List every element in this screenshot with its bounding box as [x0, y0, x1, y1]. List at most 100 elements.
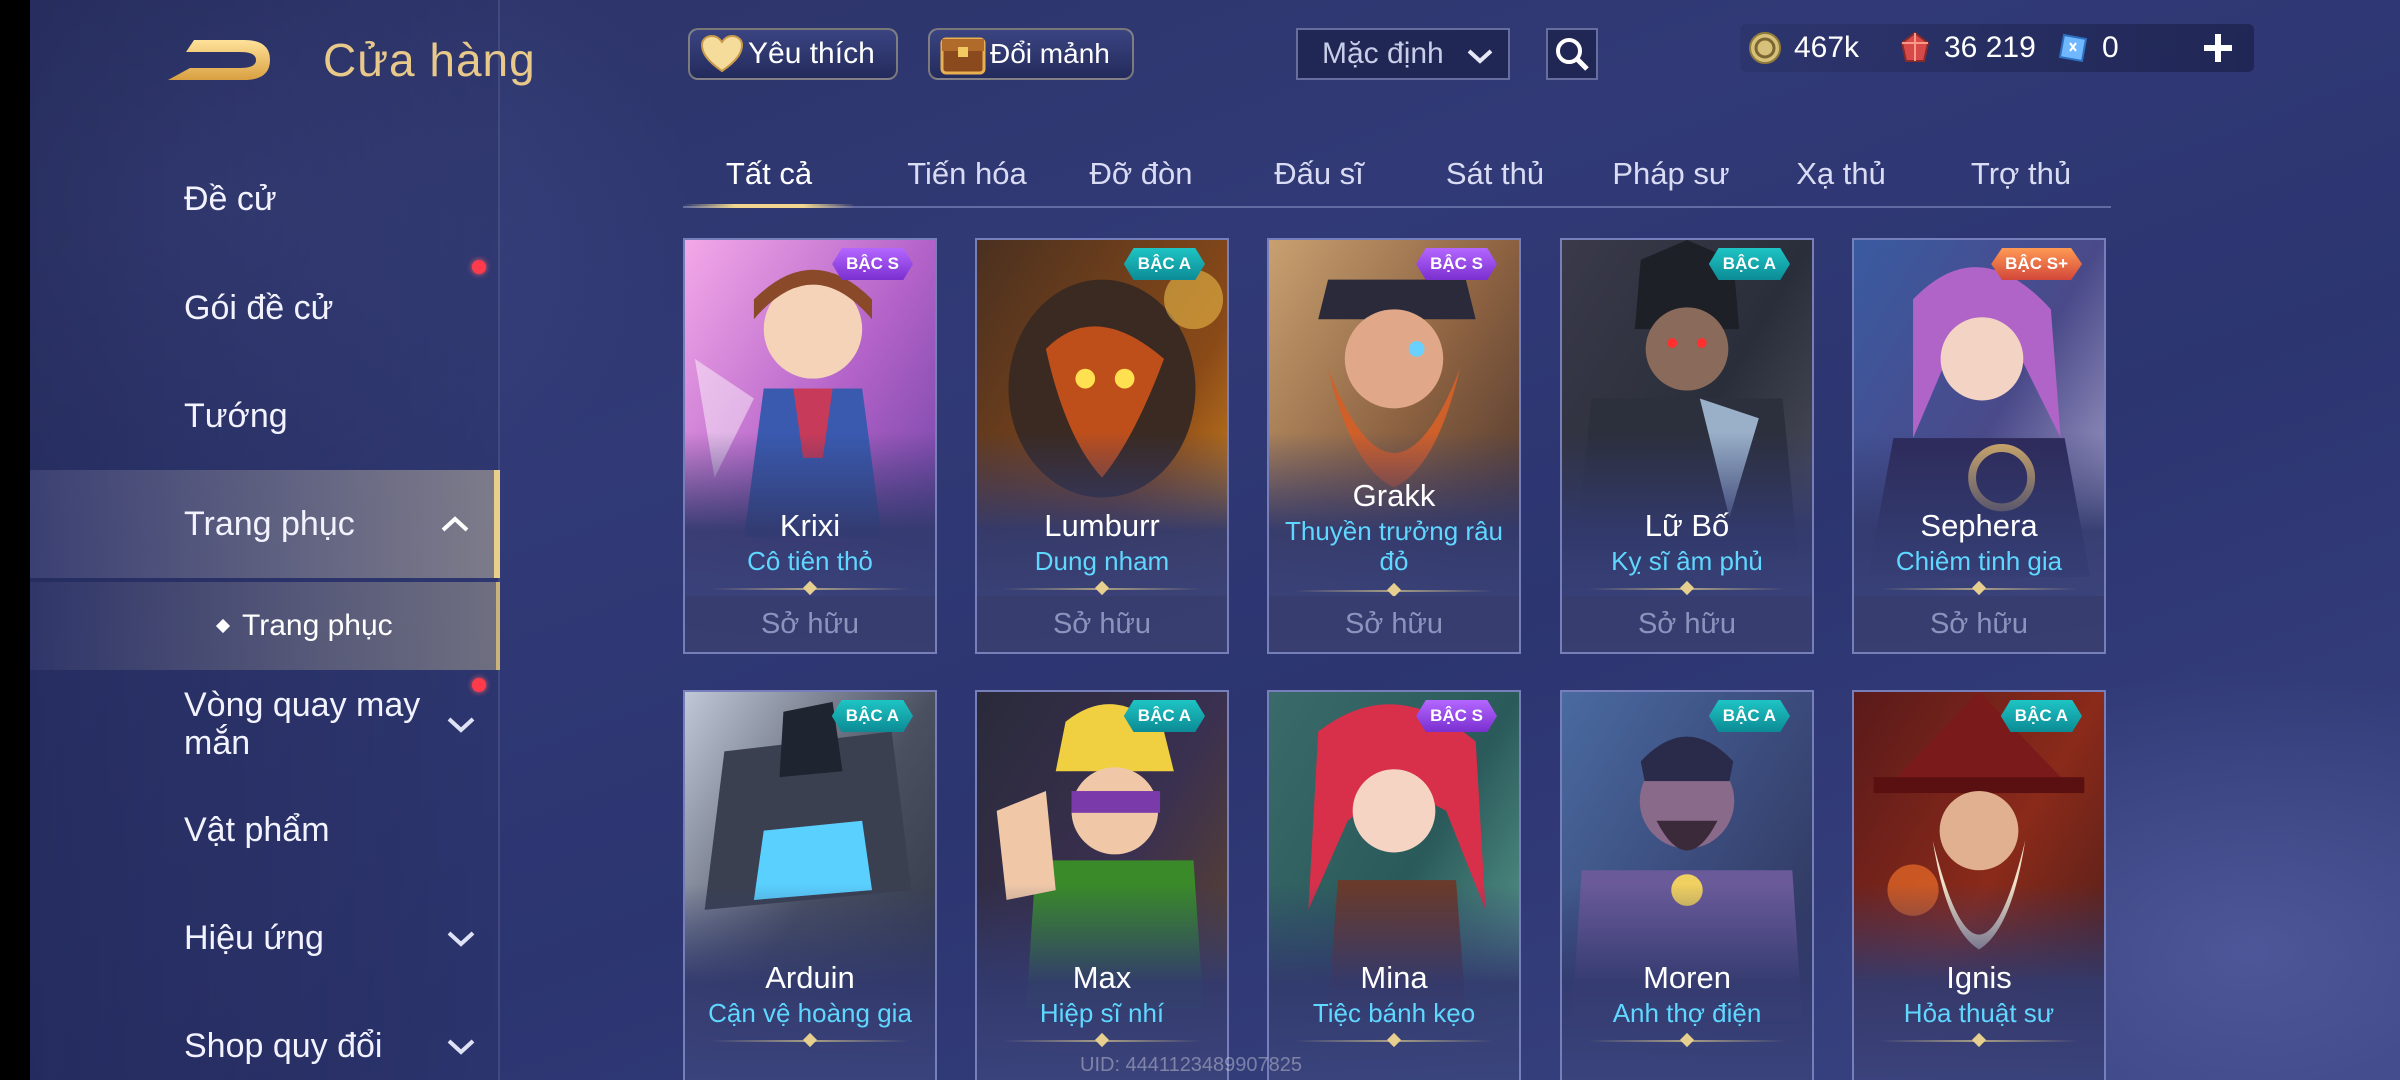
sidebar-item-exchange-shop[interactable]: Shop quy đổi	[30, 992, 500, 1080]
hero-name: Max	[1072, 960, 1132, 995]
gold-coin-icon	[1749, 32, 1781, 64]
skin-card-lu-bo[interactable]: BẬC A Lữ Bố Kỵ sĩ âm phủ Sở hữu	[1560, 238, 1814, 654]
hero-name: Arduin	[765, 960, 855, 995]
chevron-down-icon	[447, 1039, 475, 1055]
owned-status: Sở hữu	[1269, 596, 1519, 652]
skin-name: Dung nham	[1034, 546, 1170, 576]
tab-tank[interactable]: Đỡ đòn	[1055, 142, 1227, 206]
exchange-label: Đổi mảnh	[990, 38, 1110, 69]
owned-status: Sở hữu	[685, 596, 935, 652]
rank-badge: BẬC A	[831, 700, 913, 732]
hero-name: Ignis	[1946, 960, 2012, 995]
skin-card-moren[interactable]: BẬC A Moren Anh thợ điện	[1560, 690, 1814, 1080]
skin-name: Cô tiên thỏ	[747, 546, 873, 576]
skin-card-max[interactable]: BẬC A Max Hiệp sĩ nhí	[975, 690, 1229, 1080]
voucher-amount: 0	[2102, 31, 2119, 64]
tab-assassin[interactable]: Sát thủ	[1409, 142, 1581, 206]
sidebar-item-recommended[interactable]: Đề cử	[30, 145, 500, 253]
add-currency-button[interactable]	[2196, 26, 2240, 70]
favorite-button[interactable]: Yêu thích	[688, 28, 898, 80]
role-tabs: Tất cả Tiến hóa Đỡ đòn Đấu sĩ Sát thủ Ph…	[683, 142, 2111, 208]
fragment-chest-icon	[940, 37, 986, 75]
sidebar-item-label: Tướng	[184, 396, 288, 435]
skin-card-arduin[interactable]: BẬC A Arduin Cận vệ hoàng gia	[683, 690, 937, 1080]
ruby-amount: 36 219	[1944, 31, 2036, 64]
skin-card-sephera[interactable]: BẬC S+ Sephera Chiêm tinh gia Sở hữu	[1852, 238, 2106, 654]
rank-badge: BẬC A	[1708, 700, 1790, 732]
exchange-fragments-button[interactable]: Đổi mảnh	[928, 28, 1134, 80]
hero-name: Lữ Bố	[1644, 508, 1730, 543]
bullet-icon	[215, 618, 231, 634]
skin-name: Hiệp sĩ nhí	[1039, 998, 1165, 1028]
rank-badge: BẬC A	[1708, 248, 1790, 280]
skin-name: Chiêm tinh gia	[1895, 546, 2063, 576]
sidebar-subitem-label: Trang phục	[242, 609, 393, 642]
card-divider	[1003, 1040, 1201, 1042]
sidebar-item-label: Đề cử	[184, 179, 277, 218]
plus-icon	[2204, 34, 2232, 62]
rank-badge: BẬC A	[1123, 700, 1205, 732]
ruby-currency: 36 219	[1898, 24, 2036, 72]
ruby-icon	[1900, 31, 1930, 62]
tab-all[interactable]: Tất cả	[683, 142, 855, 208]
rank-badge: BẬC S	[1416, 700, 1497, 732]
tab-mage[interactable]: Pháp sư	[1585, 142, 1757, 206]
card-divider	[1003, 588, 1201, 590]
screen-edge	[0, 0, 30, 1080]
back-button[interactable]	[158, 30, 278, 90]
sidebar-item-items[interactable]: Vật phẩm	[30, 776, 500, 884]
sidebar-item-label: Trang phục	[184, 504, 355, 543]
skin-card-ignis[interactable]: BẬC A Ignis Hỏa thuật sư	[1852, 690, 2106, 1080]
sidebar-item-heroes[interactable]: Tướng	[30, 362, 500, 470]
skin-card-krixi[interactable]: BẬC S Krixi Cô tiên thỏ Sở hữu	[683, 238, 937, 654]
favorite-label: Yêu thích	[748, 37, 875, 70]
skin-name: Kỵ sĩ âm phủ	[1611, 546, 1763, 576]
shop-screen: Cửa hàng Đề cử Gói đề cử Tướng Trang phụ…	[0, 0, 2400, 1080]
card-divider	[711, 588, 909, 590]
notification-dot	[472, 678, 486, 692]
chevron-down-icon	[1467, 49, 1493, 64]
card-divider	[1295, 590, 1493, 592]
user-id-watermark: UID: 4441123489907825	[1080, 1054, 1303, 1076]
sidebar-subitem-skins[interactable]: Trang phục	[30, 582, 500, 670]
search-button[interactable]	[1546, 28, 1598, 80]
back-arrow-icon	[168, 40, 270, 80]
skin-name: Thuyền trưởng râu đỏ	[1284, 516, 1503, 576]
sort-dropdown[interactable]: Mặc định	[1296, 28, 1510, 80]
hero-name: Sephera	[1920, 508, 2038, 543]
hero-name: Mina	[1360, 960, 1428, 995]
hero-name: Grakk	[1352, 478, 1436, 513]
sidebar-item-recommended-bundles[interactable]: Gói đề cử	[30, 254, 500, 362]
skin-card-lumburr[interactable]: BẬC A Lumburr Dung nham Sở hữu	[975, 238, 1229, 654]
chevron-up-icon	[441, 516, 469, 532]
sidebar-item-skins[interactable]: Trang phục	[30, 470, 500, 578]
gold-currency: 467k	[1748, 24, 1859, 72]
rank-badge: BẬC A	[1123, 248, 1205, 280]
chevron-down-icon	[447, 717, 475, 733]
owned-status: Sở hữu	[1854, 596, 2104, 652]
skin-card-grakk[interactable]: BẬC S Grakk Thuyền trưởng râu đỏ Sở hữu	[1267, 238, 1521, 654]
skin-card-mina[interactable]: BẬC S Mina Tiệc bánh kẹo	[1267, 690, 1521, 1080]
tab-support[interactable]: Trợ thủ	[1935, 142, 2107, 206]
heart-icon	[700, 34, 744, 73]
card-divider	[1880, 588, 2078, 590]
skin-name: Hỏa thuật sư	[1903, 998, 2055, 1028]
sidebar-item-label: Hiệu ứng	[184, 918, 324, 957]
skin-name: Anh thợ điện	[1612, 998, 1762, 1028]
skin-name: Tiệc bánh kẹo	[1312, 998, 1476, 1028]
card-divider	[1588, 588, 1786, 590]
rank-badge: BẬC S	[832, 248, 913, 280]
hero-name: Moren	[1643, 960, 1731, 995]
tab-evolution[interactable]: Tiến hóa	[881, 142, 1053, 206]
sidebar-item-lucky-spin[interactable]: Vòng quay may mắn	[30, 670, 500, 778]
sidebar-item-label: Shop quy đổi	[184, 1026, 383, 1065]
card-divider	[1880, 1040, 2078, 1042]
sidebar-item-label: Gói đề cử	[184, 288, 334, 327]
sidebar-item-effects[interactable]: Hiệu ứng	[30, 884, 500, 992]
tab-warrior[interactable]: Đấu sĩ	[1233, 142, 1405, 206]
tab-marksman[interactable]: Xạ thủ	[1755, 142, 1927, 206]
rank-badge: BẬC A	[2000, 700, 2082, 732]
rank-badge: BẬC S+	[1991, 248, 2082, 280]
chevron-down-icon	[447, 931, 475, 947]
sidebar-item-label: Vật phẩm	[184, 810, 330, 849]
